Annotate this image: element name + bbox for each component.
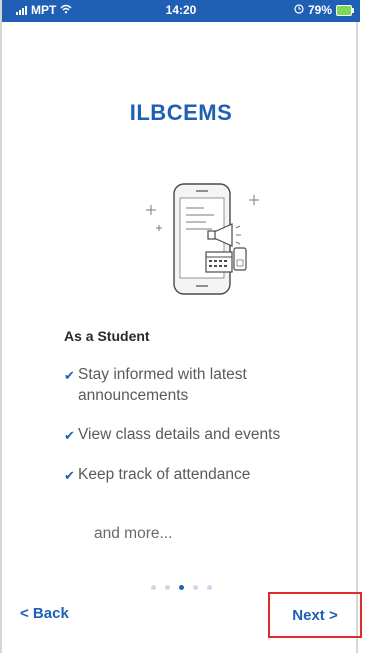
page-dot[interactable] [150, 585, 156, 590]
checkmark-icon: ✔ [64, 428, 75, 443]
page-dot[interactable] [192, 585, 198, 590]
announcement-illustration [134, 180, 264, 310]
page-dot-active[interactable] [178, 585, 184, 590]
battery-icon [336, 4, 354, 16]
next-label: Next > [292, 606, 338, 624]
feature-text: Stay informed with latest announcements [78, 366, 247, 404]
feature-item: ✔ Keep track of attendance [64, 464, 334, 486]
status-bar: MPT 14:20 79% [2, 0, 360, 22]
page-dot[interactable] [206, 585, 212, 590]
battery-percent: 79% [307, 3, 332, 17]
back-button[interactable]: < Back [20, 605, 69, 622]
next-button[interactable]: Next > [268, 592, 362, 638]
feature-text: View class details and events [78, 426, 281, 443]
app-title: ILBCEMS [129, 100, 233, 125]
alarm-icon [294, 3, 304, 17]
checkmark-icon: ✔ [64, 368, 75, 383]
feature-text: Keep track of attendance [78, 466, 251, 483]
phone-frame: MPT 14:20 79% ILBCEMS As a Student ✔ Sta… [0, 0, 360, 653]
feature-item: ✔ View class details and events [64, 424, 334, 446]
more-text: and more... [94, 525, 173, 542]
feature-list: ✔ Stay informed with latest announcement… [64, 364, 334, 504]
feature-item: ✔ Stay informed with latest announcement… [64, 364, 334, 406]
page-dot[interactable] [164, 585, 170, 590]
page-indicator [2, 585, 360, 590]
checkmark-icon: ✔ [64, 468, 75, 483]
role-heading: As a Student [64, 328, 150, 344]
